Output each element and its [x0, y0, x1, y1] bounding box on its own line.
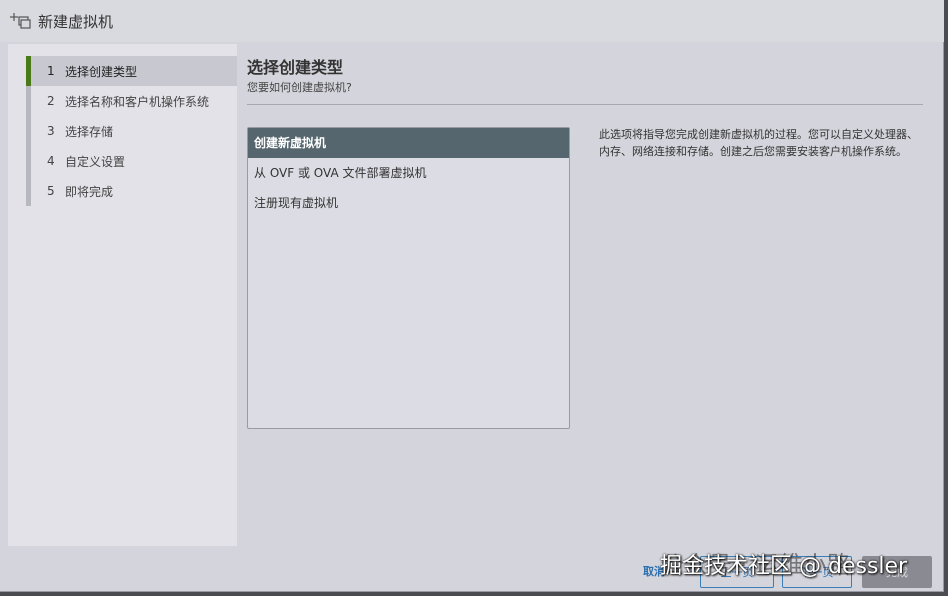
new-vm-icon	[10, 11, 32, 31]
step-number: 3	[47, 124, 55, 138]
step-number: 1	[47, 64, 55, 78]
option-deploy-ovf-ova[interactable]: 从 OVF 或 OVA 文件部署虚拟机	[248, 158, 569, 188]
step-number: 5	[47, 184, 55, 198]
new-vm-dialog: 新建虚拟机 1 选择创建类型 2 选择名称和客户机操作系统 3 选择存储 4 自…	[0, 0, 944, 592]
divider	[247, 104, 923, 105]
step-label: 选择存储	[65, 124, 114, 139]
option-create-new-vm[interactable]: 创建新虚拟机	[248, 128, 569, 158]
step-label: 自定义设置	[65, 154, 126, 169]
page-subtitle: 您要如何创建虚拟机?	[247, 81, 352, 94]
step-number: 4	[47, 154, 55, 168]
wizard-steps: 1 选择创建类型 2 选择名称和客户机操作系统 3 选择存储 4 自定义设置 5…	[26, 56, 237, 206]
step-label: 选择名称和客户机操作系统	[65, 94, 210, 109]
wizard-step-2[interactable]: 2 选择名称和客户机操作系统	[26, 86, 237, 116]
window-title: 新建虚拟机	[38, 12, 114, 31]
page-heading: 选择创建类型	[247, 58, 344, 77]
creation-type-list[interactable]: 创建新虚拟机 从 OVF 或 OVA 文件部署虚拟机 注册现有虚拟机	[247, 127, 570, 429]
step-number: 2	[47, 94, 55, 108]
wizard-step-4[interactable]: 4 自定义设置	[26, 146, 237, 176]
step-label: 即将完成	[65, 184, 114, 199]
wizard-step-5[interactable]: 5 即将完成	[26, 176, 237, 206]
main-panel: 选择创建类型 您要如何创建虚拟机? 创建新虚拟机 从 OVF 或 OVA 文件部…	[247, 44, 923, 429]
watermark-juejin: 掘金技术社区 @ dessler	[660, 554, 908, 579]
wizard-step-1[interactable]: 1 选择创建类型	[26, 56, 237, 86]
step-label: 选择创建类型	[65, 64, 138, 79]
wizard-step-3[interactable]: 3 选择存储	[26, 116, 237, 146]
wizard-sidebar: 1 选择创建类型 2 选择名称和客户机操作系统 3 选择存储 4 自定义设置 5…	[8, 44, 237, 546]
title-bar: 新建虚拟机	[0, 0, 944, 42]
option-register-existing-vm[interactable]: 注册现有虚拟机	[248, 188, 569, 218]
option-description: 此选项将指导您完成创建新虚拟机的过程。您可以自定义处理器、内存、网络连接和存储。…	[599, 128, 918, 158]
